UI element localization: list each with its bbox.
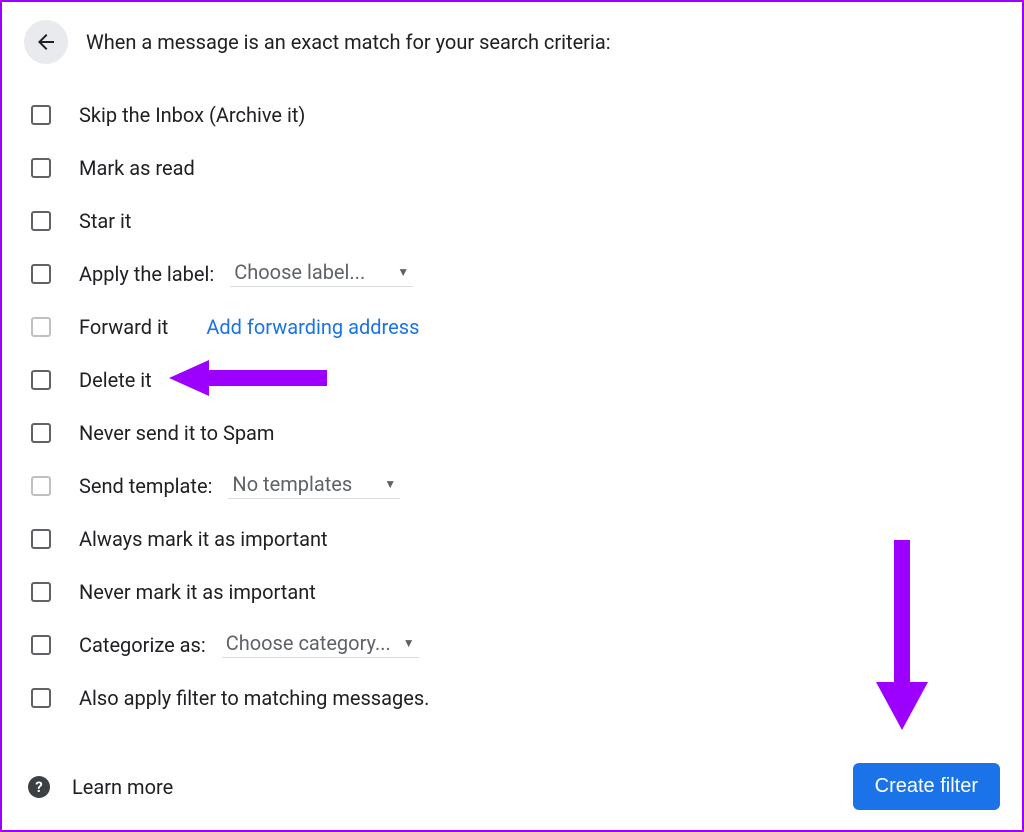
header: When a message is an exact match for you… bbox=[24, 20, 1000, 64]
back-button[interactable] bbox=[24, 20, 68, 64]
label-also-apply: Also apply filter to matching messages. bbox=[79, 686, 429, 710]
checkbox-always-important[interactable] bbox=[31, 529, 51, 549]
caret-down-icon: ▼ bbox=[403, 636, 415, 650]
checkbox-forward-it[interactable] bbox=[31, 317, 51, 337]
option-send-template: Send template: No templates ▼ bbox=[24, 459, 1000, 512]
dropdown-apply-label[interactable]: Choose label... ▼ bbox=[230, 260, 413, 287]
dropdown-send-template[interactable]: No templates ▼ bbox=[228, 472, 400, 499]
checkbox-never-spam[interactable] bbox=[31, 423, 51, 443]
option-always-important: Always mark it as important bbox=[24, 512, 1000, 565]
checkbox-send-template[interactable] bbox=[31, 476, 51, 496]
option-forward-it: Forward it Add forwarding address bbox=[24, 300, 1000, 353]
option-delete-it: Delete it bbox=[24, 353, 1000, 406]
checkbox-star-it[interactable] bbox=[31, 211, 51, 231]
checkbox-delete-it[interactable] bbox=[31, 370, 51, 390]
dropdown-apply-label-value: Choose label... bbox=[234, 260, 365, 284]
dropdown-categorize-as[interactable]: Choose category... ▼ bbox=[222, 631, 419, 658]
checkbox-mark-read[interactable] bbox=[31, 158, 51, 178]
footer: ? Learn more Create filter bbox=[24, 763, 1000, 810]
checkbox-skip-inbox[interactable] bbox=[31, 105, 51, 125]
dropdown-send-template-value: No templates bbox=[232, 472, 352, 496]
label-always-important: Always mark it as important bbox=[79, 527, 328, 551]
checkbox-apply-label[interactable] bbox=[31, 264, 51, 284]
label-never-important: Never mark it as important bbox=[79, 580, 316, 604]
checkbox-also-apply[interactable] bbox=[31, 688, 51, 708]
dropdown-categorize-as-value: Choose category... bbox=[226, 631, 391, 655]
label-forward-it: Forward it bbox=[79, 315, 168, 339]
checkbox-never-important[interactable] bbox=[31, 582, 51, 602]
filter-options: Skip the Inbox (Archive it) Mark as read… bbox=[24, 88, 1000, 724]
option-never-spam: Never send it to Spam bbox=[24, 406, 1000, 459]
option-apply-label: Apply the label: Choose label... ▼ bbox=[24, 247, 1000, 300]
label-categorize-as: Categorize as: bbox=[79, 633, 206, 657]
learn-more-label: Learn more bbox=[72, 775, 173, 799]
caret-down-icon: ▼ bbox=[384, 477, 396, 491]
page-title: When a message is an exact match for you… bbox=[86, 30, 611, 54]
option-never-important: Never mark it as important bbox=[24, 565, 1000, 618]
help-icon: ? bbox=[28, 776, 50, 798]
label-delete-it: Delete it bbox=[79, 368, 152, 392]
caret-down-icon: ▼ bbox=[397, 265, 409, 279]
arrow-left-icon bbox=[34, 30, 58, 54]
label-skip-inbox: Skip the Inbox (Archive it) bbox=[79, 103, 305, 127]
learn-more-link[interactable]: ? Learn more bbox=[24, 775, 173, 799]
label-mark-read: Mark as read bbox=[79, 156, 195, 180]
create-filter-button[interactable]: Create filter bbox=[853, 763, 1000, 810]
label-send-template: Send template: bbox=[79, 474, 212, 498]
option-categorize-as: Categorize as: Choose category... ▼ bbox=[24, 618, 1000, 671]
option-also-apply: Also apply filter to matching messages. bbox=[24, 671, 1000, 724]
label-apply-label: Apply the label: bbox=[79, 262, 214, 286]
option-skip-inbox: Skip the Inbox (Archive it) bbox=[24, 88, 1000, 141]
checkbox-categorize-as[interactable] bbox=[31, 635, 51, 655]
option-star-it: Star it bbox=[24, 194, 1000, 247]
option-mark-read: Mark as read bbox=[24, 141, 1000, 194]
link-add-forwarding-address[interactable]: Add forwarding address bbox=[206, 315, 419, 339]
label-star-it: Star it bbox=[79, 209, 131, 233]
label-never-spam: Never send it to Spam bbox=[79, 421, 274, 445]
